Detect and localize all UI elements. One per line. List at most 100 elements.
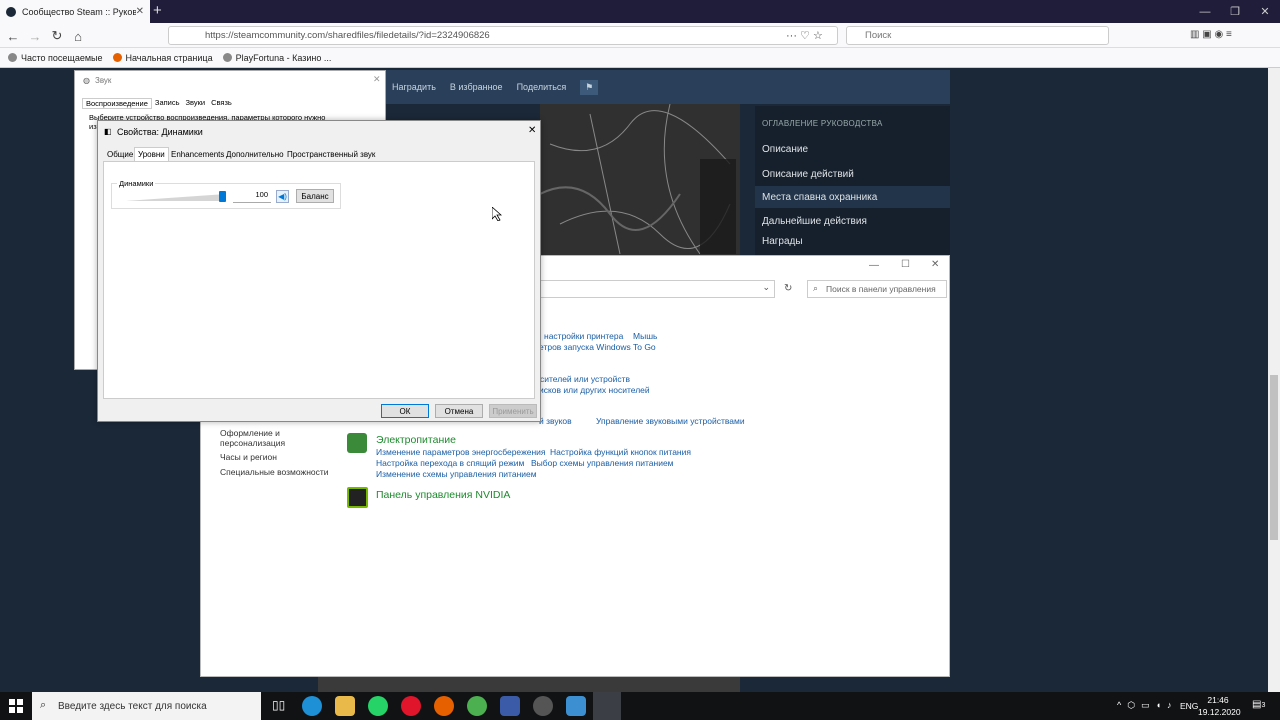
map-strip <box>318 677 740 692</box>
cp-link[interactable]: Изменение схемы управления питанием <box>376 469 537 479</box>
cp-maximize-icon[interactable]: ☐ <box>901 259 910 270</box>
slider-thumb[interactable] <box>219 191 226 202</box>
cp-link[interactable]: Управление звуковыми устройствами <box>596 416 745 426</box>
explorer-icon[interactable] <box>335 696 355 716</box>
toc-item[interactable]: Описание действий <box>762 169 854 180</box>
cp-link[interactable]: й звуков <box>539 416 572 426</box>
share-button[interactable]: Поделиться <box>517 82 567 92</box>
award-button[interactable]: Наградить <box>392 82 436 92</box>
tray-icons[interactable]: ^⬡▭◖♪ <box>1117 700 1178 711</box>
props-close-icon[interactable]: ✕ <box>528 125 536 136</box>
nvidia-icon <box>347 487 368 508</box>
tab-enhancements[interactable]: Enhancements <box>168 147 227 161</box>
chevron-down-icon[interactable]: ⌄ <box>762 282 770 293</box>
control-panel-icon[interactable] <box>566 696 586 716</box>
notification-icon[interactable]: ▤3 <box>1252 699 1265 710</box>
apply-button[interactable]: Применить <box>489 404 537 418</box>
sound-close-icon[interactable]: ✕ <box>373 74 381 85</box>
cp-link[interactable]: етров запуска Windows To Go <box>539 342 656 352</box>
firefox-icon[interactable] <box>434 696 454 716</box>
reload-icon[interactable]: ↻ <box>48 27 66 45</box>
home-icon[interactable]: ⌂ <box>69 27 87 45</box>
tab-title: Сообщество Steam :: Руководство <box>22 6 136 17</box>
tab-sounds[interactable]: Звуки <box>183 98 209 109</box>
mute-speaker-icon[interactable]: ◀) <box>276 190 289 203</box>
taskbar-search-input[interactable]: ⌕ Введите здесь текст для поиска <box>32 692 261 720</box>
toc-item[interactable]: Награды <box>762 236 803 247</box>
library-icon[interactable]: ▥ ▣ ◉ ≡ <box>1190 29 1232 40</box>
cp-left-nav-item[interactable]: Специальные возможности <box>220 467 329 477</box>
favorite-button[interactable]: В избранное <box>450 82 503 92</box>
opera-icon[interactable] <box>401 696 421 716</box>
toc-item[interactable]: Дальнейшие действия <box>762 216 867 227</box>
cancel-button[interactable]: Отмена <box>435 404 483 418</box>
app-icon[interactable] <box>500 696 520 716</box>
cp-link[interactable]: сителей или устройств <box>540 374 630 384</box>
slider-track <box>126 194 226 201</box>
props-title: Свойства: Динамики <box>117 127 203 137</box>
bookmark-home[interactable]: Начальная страница <box>112 53 213 63</box>
sound-app-icon[interactable] <box>593 692 621 720</box>
back-icon[interactable]: ← <box>4 27 22 45</box>
cp-link[interactable]: Настройка перехода в спящий режим <box>376 458 524 468</box>
cp-link[interactable]: Настройка функций кнопок питания <box>550 447 691 457</box>
url-text: https://steamcommunity.com/sharedfiles/f… <box>205 30 490 41</box>
volume-value-input[interactable]: 100 <box>233 190 271 203</box>
task-view-icon[interactable]: ▯▯ <box>272 698 285 712</box>
url-bar[interactable]: https://steamcommunity.com/sharedfiles/f… <box>168 26 838 45</box>
language-indicator[interactable]: ENG <box>1180 701 1198 711</box>
restore-icon[interactable]: ❐ <box>1220 0 1250 23</box>
cp-left-nav-item[interactable]: Часы и регион <box>220 452 277 462</box>
tab-spatial[interactable]: Пространственный звук <box>284 147 378 161</box>
cp-search-input[interactable]: ⌕ Поиск в панели управления <box>807 280 947 298</box>
cp-close-icon[interactable]: ✕ <box>931 259 939 270</box>
cp-minimize-icon[interactable]: — <box>869 260 879 271</box>
forward-icon[interactable]: → <box>26 27 44 45</box>
settings-app-icon[interactable] <box>533 696 553 716</box>
volume-slider[interactable] <box>126 191 226 202</box>
edge-icon[interactable] <box>302 696 322 716</box>
bookmark-playfortuna[interactable]: PlayFortuna - Казино ... <box>222 53 331 63</box>
toc-item-active[interactable]: Места спавна охранника <box>762 192 877 203</box>
taskbar-clock[interactable]: 21:46 19.12.2020 <box>1198 694 1241 718</box>
close-window-icon[interactable]: ✕ <box>1250 0 1280 23</box>
chrome-icon[interactable] <box>467 696 487 716</box>
cp-link[interactable]: настройки принтера <box>544 331 623 341</box>
tab-comm[interactable]: Связь <box>208 98 235 109</box>
scroll-thumb[interactable] <box>1270 375 1278 540</box>
ok-button[interactable]: ОК <box>381 404 429 418</box>
cp-link[interactable]: исков или других носителей <box>539 385 650 395</box>
browser-search-input[interactable]: Поиск <box>846 26 1109 45</box>
whatsapp-icon[interactable] <box>368 696 388 716</box>
notification-count: 3 <box>1261 702 1266 709</box>
map-graphic <box>539 103 740 255</box>
tab-general[interactable]: Общие <box>104 147 136 161</box>
search-icon: ⌕ <box>813 283 819 293</box>
browser-tab[interactable]: Сообщество Steam :: Руководство ✕ <box>0 0 150 23</box>
tab-record[interactable]: Запись <box>152 98 183 109</box>
tab-close-icon[interactable]: ✕ <box>136 6 144 17</box>
toc-item[interactable]: Описание <box>762 144 808 155</box>
cp-left-nav-item[interactable]: Оформление и персонализация <box>220 428 300 448</box>
flag-icon[interactable]: ⚑ <box>580 79 599 95</box>
tab-levels[interactable]: Уровни <box>134 147 169 161</box>
tab-advanced[interactable]: Дополнительно <box>223 147 287 161</box>
windows-start-icon[interactable] <box>9 699 23 713</box>
cp-refresh-icon[interactable]: ↻ <box>784 283 792 294</box>
cp-link[interactable]: Выбор схемы управления питанием <box>531 458 674 468</box>
power-title[interactable]: Электропитание <box>376 434 456 446</box>
page-actions-icon[interactable]: ··· ♡ ☆ <box>786 29 823 42</box>
taskbar: ⌕ Введите здесь текст для поиска ▯▯ ^⬡▭◖… <box>0 692 1280 720</box>
bookmark-frequent[interactable]: Часто посещаемые <box>8 53 103 63</box>
steam-favicon-icon <box>6 6 16 17</box>
minimize-icon[interactable]: — <box>1190 0 1220 23</box>
cp-link[interactable]: Изменение параметров энергосбережения <box>376 447 546 457</box>
cp-address-bar[interactable]: ⌄ <box>538 280 775 298</box>
apply-label: Применить <box>492 406 534 416</box>
tab-playback[interactable]: Воспроизведение <box>82 98 152 109</box>
balance-button[interactable]: Баланс <box>296 189 334 203</box>
firefox-icon <box>112 53 122 62</box>
cp-link[interactable]: Мышь <box>633 331 657 341</box>
new-tab-icon[interactable]: + <box>153 2 162 19</box>
nvidia-title[interactable]: Панель управления NVIDIA <box>376 489 510 501</box>
